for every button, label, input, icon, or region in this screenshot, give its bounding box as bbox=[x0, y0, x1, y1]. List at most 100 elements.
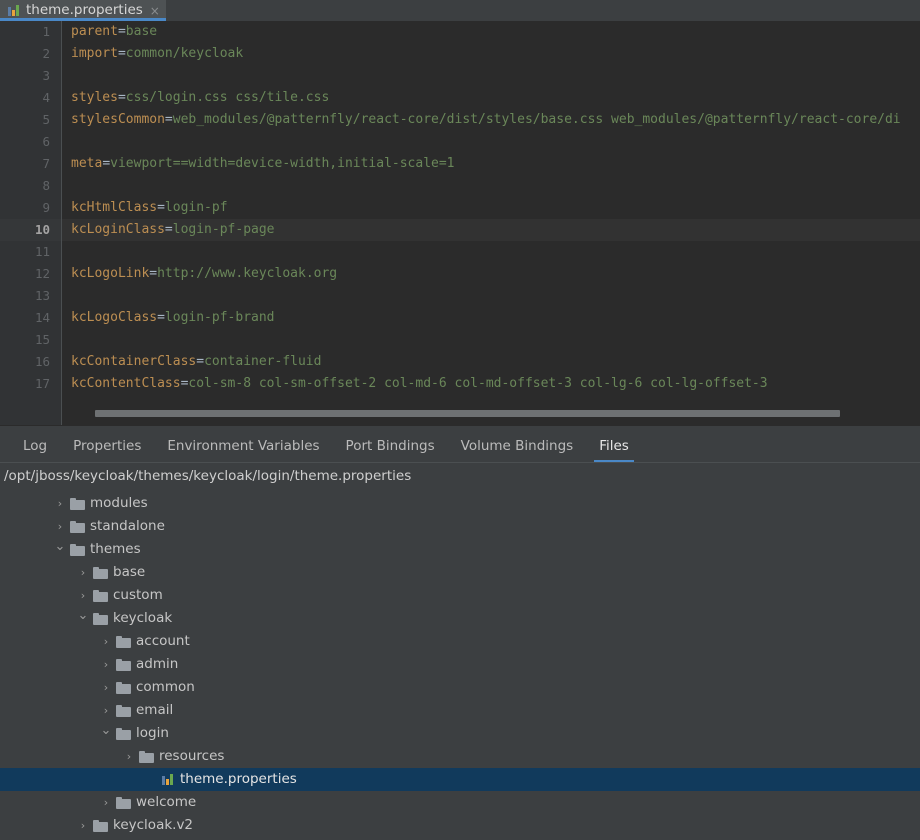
code-line-text: stylesCommon=web_modules/@patternfly/rea… bbox=[62, 109, 920, 131]
line-number: 5 bbox=[0, 109, 62, 131]
tree-item-label: theme.properties bbox=[180, 771, 297, 787]
editor-tab-bar: theme.properties × bbox=[0, 0, 920, 21]
line-number: 1 bbox=[0, 21, 62, 43]
code-line[interactable]: 2 import=common/keycloak bbox=[0, 43, 920, 65]
line-number: 13 bbox=[0, 285, 62, 307]
editor-tab-theme-properties[interactable]: theme.properties × bbox=[0, 0, 166, 21]
chevron-right-icon[interactable]: › bbox=[76, 820, 90, 831]
chevron-down-icon[interactable]: ⌄ bbox=[76, 609, 90, 622]
panel-tab-port-bindings[interactable]: Port Bindings bbox=[333, 439, 448, 463]
file-tree[interactable]: › modules › standalone ⌄ themes › base › custom ⌄ k… bbox=[0, 489, 920, 840]
editor-horizontal-scrollbar[interactable] bbox=[63, 409, 920, 417]
property-value: http://www.keycloak.org bbox=[157, 266, 338, 281]
property-key: kcLogoLink bbox=[71, 266, 150, 281]
tree-row[interactable]: › email bbox=[0, 699, 920, 722]
line-number: 10 bbox=[0, 219, 62, 241]
file-path-bar: /opt/jboss/keycloak/themes/keycloak/logi… bbox=[0, 462, 920, 489]
chevron-right-icon[interactable]: › bbox=[76, 567, 90, 578]
ide-window: theme.properties × 1 parent=base 2 import=c… bbox=[0, 0, 920, 840]
panel-tab-properties[interactable]: Properties bbox=[60, 439, 154, 463]
tree-row[interactable]: › common bbox=[0, 676, 920, 699]
tree-row[interactable]: › admin bbox=[0, 653, 920, 676]
code-line[interactable]: 17 kcContentClass=col-sm-8 col-sm-offset-… bbox=[0, 373, 920, 395]
code-line[interactable]: 5 stylesCommon=web_modules/@patternfly/re… bbox=[0, 109, 920, 131]
chevron-right-icon[interactable]: › bbox=[122, 751, 136, 762]
tree-row[interactable]: › welcome bbox=[0, 791, 920, 814]
code-editor[interactable]: 1 parent=base 2 import=common/keycloak 3 4 sty… bbox=[0, 21, 920, 425]
tree-row[interactable]: › base bbox=[0, 561, 920, 584]
property-value: base bbox=[125, 24, 158, 39]
chevron-right-icon[interactable]: › bbox=[76, 590, 90, 601]
line-number: 6 bbox=[0, 131, 62, 153]
tree-row[interactable]: › custom bbox=[0, 584, 920, 607]
chevron-right-icon[interactable]: › bbox=[99, 705, 113, 716]
chevron-right-icon[interactable]: › bbox=[99, 797, 113, 808]
code-line[interactable]: 1 parent=base bbox=[0, 21, 920, 43]
folder-icon bbox=[93, 566, 108, 579]
code-line[interactable]: 3 bbox=[0, 65, 920, 87]
panel-tab-environment-variables[interactable]: Environment Variables bbox=[154, 439, 332, 463]
code-line[interactable]: 11 bbox=[0, 241, 920, 263]
code-line-text bbox=[62, 241, 920, 263]
code-line[interactable]: 14 kcLogoClass=login-pf-brand bbox=[0, 307, 920, 329]
properties-file-icon bbox=[8, 4, 21, 17]
tree-row[interactable]: ⌄ keycloak bbox=[0, 607, 920, 630]
line-number: 17 bbox=[0, 373, 62, 395]
code-line[interactable]: 16 kcContainerClass=container-fluid bbox=[0, 351, 920, 373]
code-line[interactable]: 15 bbox=[0, 329, 920, 351]
property-value: login-pf bbox=[164, 200, 228, 215]
line-number: 16 bbox=[0, 351, 62, 373]
code-line-text: kcLogoClass=login-pf-brand bbox=[62, 307, 920, 329]
tree-row-selected[interactable]: theme.properties bbox=[0, 768, 920, 791]
chevron-down-icon[interactable]: ⌄ bbox=[99, 724, 113, 737]
close-icon[interactable]: × bbox=[148, 5, 160, 17]
code-line[interactable]: 13 bbox=[0, 285, 920, 307]
panel-tab-volume-bindings[interactable]: Volume Bindings bbox=[448, 439, 587, 463]
tree-row[interactable]: › resources bbox=[0, 745, 920, 768]
property-value: web_modules/@patternfly/react-core/dist/… bbox=[172, 112, 901, 127]
code-line-text: kcContainerClass=container-fluid bbox=[62, 351, 920, 373]
code-line[interactable]: 6 bbox=[0, 131, 920, 153]
chevron-down-icon[interactable]: ⌄ bbox=[53, 540, 67, 553]
property-separator: = bbox=[149, 266, 158, 281]
tree-item-label: keycloak.v2 bbox=[113, 817, 194, 833]
chevron-right-icon[interactable]: › bbox=[99, 636, 113, 647]
tree-row[interactable]: › keycloak.v2 bbox=[0, 814, 920, 837]
code-line-text: kcContentClass=col-sm-8 col-sm-offset-2 … bbox=[62, 373, 920, 395]
tree-row[interactable]: ⌄ themes bbox=[0, 538, 920, 561]
tree-row[interactable]: › standalone bbox=[0, 515, 920, 538]
chevron-right-icon[interactable]: › bbox=[53, 521, 67, 532]
tree-row[interactable]: › modules bbox=[0, 492, 920, 515]
line-number: 11 bbox=[0, 241, 62, 263]
property-separator: = bbox=[102, 156, 111, 171]
property-separator: = bbox=[157, 200, 165, 215]
chevron-right-icon[interactable]: › bbox=[53, 498, 67, 509]
folder-icon bbox=[93, 589, 108, 602]
code-line[interactable]: 4 styles=css/login.css css/tile.css bbox=[0, 87, 920, 109]
code-line[interactable]: 8 bbox=[0, 175, 920, 197]
tree-row[interactable]: ⌄ login bbox=[0, 722, 920, 745]
code-line-text: kcLoginClass=login-pf-page bbox=[62, 219, 920, 241]
chevron-right-icon[interactable]: › bbox=[99, 682, 113, 693]
line-number: 3 bbox=[0, 65, 62, 87]
property-key: kcLoginClass bbox=[71, 222, 165, 237]
tree-item-label: standalone bbox=[90, 518, 165, 534]
panel-tab-log[interactable]: Log bbox=[10, 439, 60, 463]
code-line-text bbox=[62, 65, 920, 87]
chevron-right-icon[interactable]: › bbox=[99, 659, 113, 670]
code-line-text: kcHtmlClass=login-pf bbox=[62, 197, 920, 219]
bottom-panel: Log Properties Environment Variables Port B… bbox=[0, 425, 920, 840]
property-key: kcHtmlClass bbox=[71, 200, 158, 215]
scrollbar-thumb[interactable] bbox=[95, 410, 840, 417]
folder-icon bbox=[116, 658, 131, 671]
code-line[interactable]: 7 meta=viewport==width=device-width,initi… bbox=[0, 153, 920, 175]
property-separator: = bbox=[117, 90, 126, 105]
code-line[interactable]: 12 kcLogoLink=http://www.keycloak.org bbox=[0, 263, 920, 285]
tree-row[interactable]: › account bbox=[0, 630, 920, 653]
code-line[interactable]: 9 kcHtmlClass=login-pf bbox=[0, 197, 920, 219]
code-lines: 1 parent=base 2 import=common/keycloak 3 4 sty… bbox=[0, 21, 920, 395]
line-number: 12 bbox=[0, 263, 62, 285]
panel-tab-files[interactable]: Files bbox=[586, 439, 642, 463]
line-number: 9 bbox=[0, 197, 62, 219]
code-line[interactable]: 10 kcLoginClass=login-pf-page bbox=[0, 219, 920, 241]
